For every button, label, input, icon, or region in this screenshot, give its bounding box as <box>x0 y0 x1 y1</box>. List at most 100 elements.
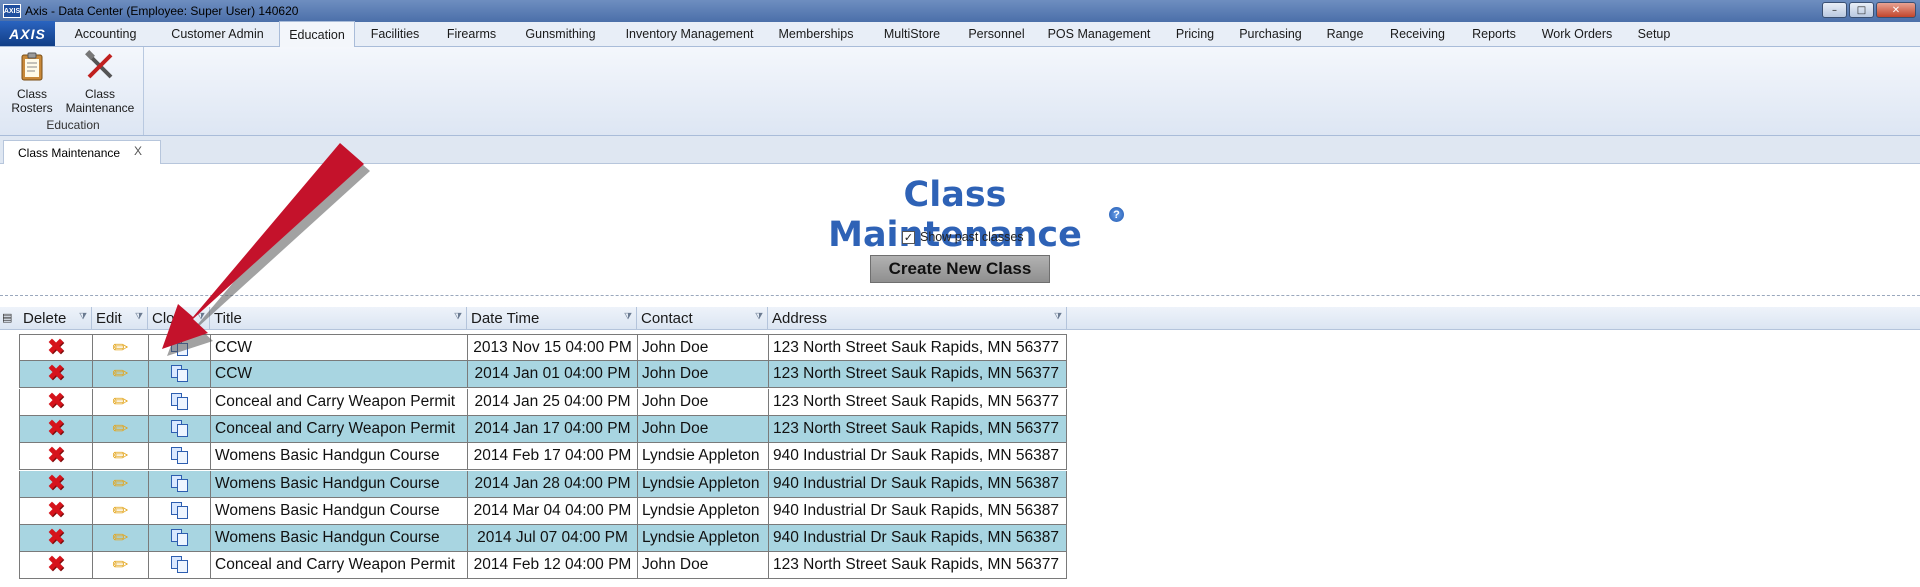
delete-icon[interactable]: ✖ <box>47 337 65 359</box>
clone-icon[interactable] <box>171 447 188 465</box>
column-header-date-time[interactable]: Date Time ⧩ <box>467 307 637 330</box>
clone-cell[interactable] <box>149 443 211 470</box>
ribbon-tab-multistore[interactable]: MultiStore <box>866 21 958 46</box>
edit-pencil-icon[interactable]: ✏ <box>113 474 129 494</box>
clone-icon[interactable] <box>171 365 188 383</box>
ribbon-tab-reports[interactable]: Reports <box>1459 21 1529 46</box>
help-icon[interactable]: ? <box>1109 207 1124 222</box>
edit-pencil-icon[interactable]: ✏ <box>113 364 129 384</box>
ribbon-tab-customer-admin[interactable]: Customer Admin <box>156 21 279 46</box>
ribbon-tab-inventory-management[interactable]: Inventory Management <box>613 21 766 46</box>
filter-icon[interactable]: ⧩ <box>135 312 143 322</box>
edit-cell[interactable]: ✏ <box>93 525 149 552</box>
filter-icon[interactable]: ⧩ <box>197 312 205 322</box>
delete-cell[interactable]: ✖ <box>20 552 93 579</box>
close-window-button[interactable]: ✕ <box>1876 2 1916 18</box>
edit-cell[interactable]: ✏ <box>93 470 149 497</box>
clone-icon[interactable] <box>171 419 188 438</box>
ribbon-tab-pos-management[interactable]: POS Management <box>1035 21 1163 46</box>
class-maintenance-button[interactable]: Class Maintenance <box>62 50 138 115</box>
class-rosters-button[interactable]: Class Rosters <box>6 50 58 115</box>
column-chooser-icon[interactable]: ▤ <box>2 311 16 325</box>
create-new-class-button[interactable]: Create New Class <box>870 255 1050 283</box>
show-past-checkbox[interactable]: ✓ <box>902 230 915 244</box>
axis-logo-menu[interactable]: AXIS <box>0 21 55 46</box>
clone-cell[interactable] <box>149 361 211 388</box>
maximize-button[interactable]: □ <box>1849 2 1874 18</box>
table-row[interactable]: ✖ ✏ Womens Basic Handgun Course 2014 Jul 07… <box>19 525 1067 553</box>
ribbon-tab-personnel[interactable]: Personnel <box>958 21 1035 46</box>
table-row[interactable]: ✖ ✏ Conceal and Carry Weapon Permit 2014 Fe… <box>19 552 1067 580</box>
column-header-edit[interactable]: Edit ⧩ <box>92 307 148 330</box>
edit-cell[interactable]: ✏ <box>93 335 149 361</box>
ribbon-tab-education[interactable]: Education <box>279 21 355 47</box>
table-row[interactable]: ✖ ✏ CCW 2014 Jan 01 04:00 PM John Doe 123 Nor… <box>19 361 1067 389</box>
ribbon-tab-receiving[interactable]: Receiving <box>1376 21 1459 46</box>
edit-pencil-icon[interactable]: ✏ <box>113 392 129 412</box>
clone-cell[interactable] <box>149 388 211 415</box>
delete-icon[interactable]: ✖ <box>47 445 65 467</box>
ribbon-tab-facilities[interactable]: Facilities <box>355 21 435 46</box>
table-row[interactable]: ✖ ✏ Womens Basic Handgun Course 2014 Mar 04… <box>19 497 1067 525</box>
column-header-address[interactable]: Address ⧩ <box>768 307 1067 330</box>
ribbon-tab-setup[interactable]: Setup <box>1625 21 1683 46</box>
clone-icon[interactable] <box>171 529 188 547</box>
ribbon-tab-work-orders[interactable]: Work Orders <box>1529 21 1625 46</box>
table-row[interactable]: ✖ ✏ Womens Basic Handgun Course 2014 Feb 17… <box>19 443 1067 471</box>
ribbon-tab-purchasing[interactable]: Purchasing <box>1227 21 1314 46</box>
delete-icon[interactable]: ✖ <box>47 499 65 522</box>
clone-icon[interactable] <box>171 392 188 411</box>
show-past-classes-toggle[interactable]: ✓ Show past classes <box>902 230 1024 244</box>
ribbon-tab-range[interactable]: Range <box>1314 21 1376 46</box>
delete-cell[interactable]: ✖ <box>20 361 93 388</box>
delete-icon[interactable]: ✖ <box>47 554 65 576</box>
delete-icon[interactable]: ✖ <box>47 527 65 549</box>
delete-cell[interactable]: ✖ <box>20 470 93 497</box>
ribbon-tab-accounting[interactable]: Accounting <box>55 21 156 46</box>
tab-class-maintenance[interactable]: Class Maintenance X <box>3 140 161 164</box>
filter-icon[interactable]: ⧩ <box>79 312 87 322</box>
edit-cell[interactable]: ✏ <box>93 552 149 579</box>
clone-cell[interactable] <box>149 470 211 497</box>
delete-icon[interactable]: ✖ <box>47 472 65 495</box>
edit-pencil-icon[interactable]: ✏ <box>113 338 129 358</box>
column-header-clone[interactable]: Clone ⧩ <box>148 307 210 330</box>
delete-cell[interactable]: ✖ <box>20 335 93 361</box>
delete-cell[interactable]: ✖ <box>20 415 93 442</box>
clone-cell[interactable] <box>149 525 211 552</box>
clone-cell[interactable] <box>149 335 211 361</box>
close-tab-icon[interactable]: X <box>134 144 142 158</box>
edit-pencil-icon[interactable]: ✏ <box>113 446 129 466</box>
edit-pencil-icon[interactable]: ✏ <box>113 528 129 548</box>
edit-pencil-icon[interactable]: ✏ <box>113 419 129 439</box>
clone-icon[interactable] <box>171 339 188 357</box>
clone-cell[interactable] <box>149 552 211 579</box>
ribbon-tab-gunsmithing[interactable]: Gunsmithing <box>508 21 613 46</box>
table-row[interactable]: ✖ ✏ CCW 2013 Nov 15 04:00 PM John Doe 123 Nor… <box>19 334 1067 361</box>
delete-cell[interactable]: ✖ <box>20 525 93 552</box>
ribbon-tab-pricing[interactable]: Pricing <box>1163 21 1227 46</box>
delete-cell[interactable]: ✖ <box>20 497 93 524</box>
edit-pencil-icon[interactable]: ✏ <box>113 555 129 575</box>
delete-icon[interactable]: ✖ <box>47 363 65 385</box>
edit-cell[interactable]: ✏ <box>93 388 149 415</box>
ribbon-tab-firearms[interactable]: Firearms <box>435 21 508 46</box>
clone-icon[interactable] <box>171 474 188 493</box>
clone-cell[interactable] <box>149 497 211 524</box>
filter-icon[interactable]: ⧩ <box>755 312 763 322</box>
clone-cell[interactable] <box>149 415 211 442</box>
edit-cell[interactable]: ✏ <box>93 497 149 524</box>
filter-icon[interactable]: ⧩ <box>624 312 632 322</box>
clone-icon[interactable] <box>171 501 188 520</box>
minimize-button[interactable]: – <box>1822 2 1847 18</box>
table-row[interactable]: ✖ ✏ Conceal and Carry Weapon Permit 2014 Ja… <box>19 388 1067 416</box>
delete-icon[interactable]: ✖ <box>47 390 65 413</box>
delete-cell[interactable]: ✖ <box>20 443 93 470</box>
table-row[interactable]: ✖ ✏ Womens Basic Handgun Course 2014 Jan 28… <box>19 470 1067 498</box>
delete-cell[interactable]: ✖ <box>20 388 93 415</box>
delete-icon[interactable]: ✖ <box>47 417 65 440</box>
edit-cell[interactable]: ✏ <box>93 415 149 442</box>
clone-icon[interactable] <box>171 556 188 574</box>
edit-cell[interactable]: ✏ <box>93 443 149 470</box>
edit-cell[interactable]: ✏ <box>93 361 149 388</box>
